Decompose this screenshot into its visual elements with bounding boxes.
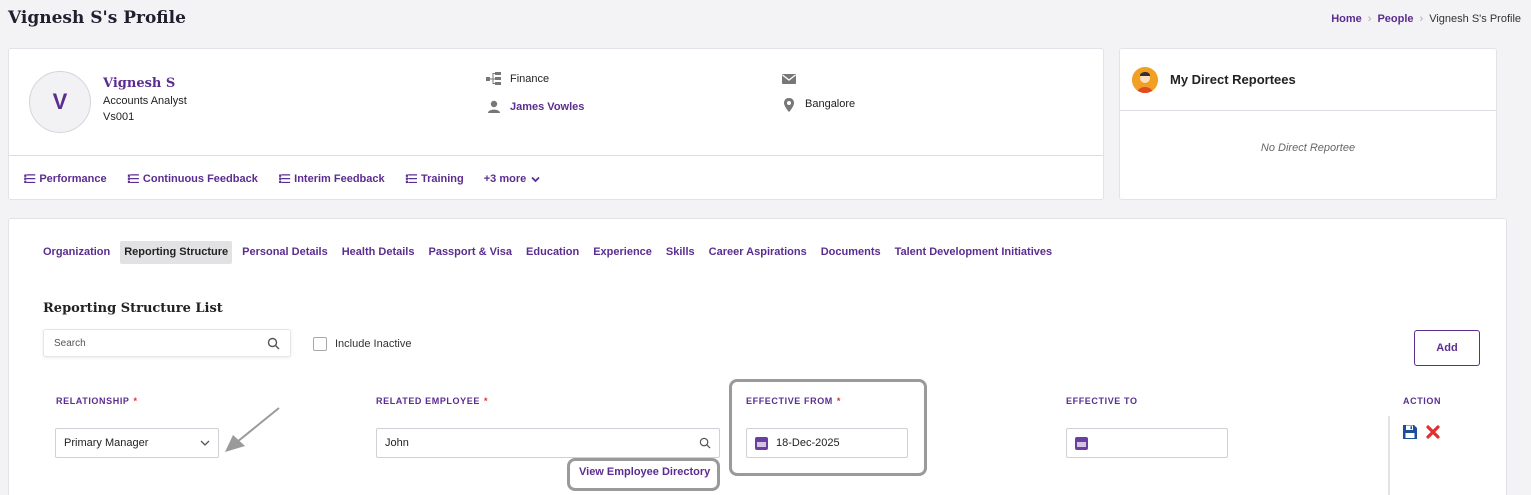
no-reportee-text: No Direct Reportee — [1260, 142, 1356, 154]
employee-designation: Accounts Analyst — [103, 95, 187, 107]
highlight-box — [567, 458, 720, 491]
profile-card: V Vignesh S Accounts Analyst Vs001 Finan… — [8, 48, 1104, 200]
tab-personal-details[interactable]: Personal Details — [238, 241, 332, 264]
tab-organization[interactable]: Organization — [39, 241, 114, 264]
search-icon[interactable] — [267, 337, 280, 350]
search-box — [43, 329, 291, 357]
list-icon: ⁝☰ — [277, 172, 291, 186]
breadcrumb: Home › People › Vignesh S's Profile — [1331, 13, 1521, 25]
direct-reportees-card: My Direct Reportees No Direct Reportee — [1119, 48, 1497, 200]
tab-documents[interactable]: Documents — [817, 241, 885, 264]
org-chart-icon — [486, 72, 502, 86]
breadcrumb-separator: › — [1419, 13, 1424, 25]
list-icon: ⁝☰ — [23, 172, 36, 186]
more-links-dropdown[interactable]: +3 more — [484, 173, 541, 185]
row-actions — [1402, 424, 1440, 440]
tab-health-details[interactable]: Health Details — [338, 241, 419, 264]
section-title: Reporting Structure List — [43, 301, 223, 316]
chevron-down-icon — [200, 440, 210, 446]
location-label: Bangalore — [805, 98, 856, 110]
tab-experience[interactable]: Experience — [589, 241, 656, 264]
relationship-value: Primary Manager — [64, 437, 149, 449]
delete-icon[interactable] — [1426, 425, 1440, 439]
column-action: ACTION — [1403, 396, 1442, 406]
location-pin-icon — [781, 97, 797, 112]
effective-to-input[interactable] — [1066, 428, 1228, 458]
save-icon[interactable] — [1402, 424, 1418, 440]
search-input[interactable] — [54, 337, 267, 349]
add-button[interactable]: Add — [1414, 330, 1480, 366]
page-title: Vignesh S's Profile — [8, 8, 186, 28]
include-inactive-toggle: Include Inactive — [313, 337, 411, 351]
employee-code: Vs001 — [103, 111, 135, 123]
column-relationship: RELATIONSHIP * — [56, 396, 138, 406]
manager-info: James Vowles — [486, 100, 584, 114]
details-card: Organization Reporting Structure Persona… — [8, 218, 1507, 495]
related-employee-value: John — [385, 437, 409, 449]
user-icon — [486, 100, 502, 114]
column-effective-to: EFFECTIVE TO — [1066, 396, 1138, 406]
reportees-title: My Direct Reportees — [1170, 72, 1296, 87]
tab-talent-development[interactable]: Talent Development Initiatives — [891, 241, 1057, 264]
tab-career-aspirations[interactable]: Career Aspirations — [705, 241, 811, 264]
search-icon[interactable] — [699, 437, 711, 449]
breadcrumb-people[interactable]: People — [1377, 13, 1413, 25]
breadcrumb-home[interactable]: Home — [1331, 13, 1362, 25]
department-label: Finance — [510, 73, 550, 85]
quick-link-performance[interactable]: ⁝☰ Performance — [23, 172, 107, 186]
reportees-header: My Direct Reportees — [1120, 49, 1496, 111]
manager-link[interactable]: James Vowles — [510, 101, 584, 113]
list-icon: ⁝☰ — [126, 172, 140, 186]
highlight-box — [729, 379, 927, 476]
calendar-icon[interactable] — [1075, 436, 1088, 450]
tab-bar: Organization Reporting Structure Persona… — [39, 241, 1056, 264]
email-info — [781, 72, 805, 86]
list-icon: ⁝☰ — [404, 172, 418, 186]
breadcrumb-current: Vignesh S's Profile — [1429, 13, 1521, 25]
department-info: Finance — [486, 72, 549, 86]
reportee-avatar-icon — [1132, 66, 1158, 93]
related-employee-input[interactable]: John — [376, 428, 720, 458]
include-inactive-label: Include Inactive — [335, 338, 412, 350]
chevron-down-icon — [531, 176, 540, 182]
tab-education[interactable]: Education — [522, 241, 583, 264]
annotation-arrow-icon — [225, 407, 280, 452]
tab-reporting-structure[interactable]: Reporting Structure — [120, 241, 233, 264]
breadcrumb-separator: › — [1367, 13, 1372, 25]
card-divider — [9, 155, 1103, 156]
quick-link-training[interactable]: ⁝☰ Training — [405, 172, 464, 186]
relationship-select[interactable]: Primary Manager — [55, 428, 219, 458]
tab-passport-visa[interactable]: Passport & Visa — [424, 241, 516, 264]
quick-links: ⁝☰ Performance ⁝☰ Continuous Feedback ⁝☰ In… — [23, 172, 540, 186]
avatar: V — [29, 71, 91, 133]
tab-skills[interactable]: Skills — [662, 241, 699, 264]
column-related-employee: RELATED EMPLOYEE * — [376, 396, 489, 406]
employee-name[interactable]: Vignesh S — [103, 76, 175, 91]
include-inactive-checkbox[interactable] — [313, 337, 327, 351]
quick-link-interim-feedback[interactable]: ⁝☰ Interim Feedback — [278, 172, 385, 186]
column-separator — [1388, 416, 1390, 495]
mail-icon — [781, 72, 797, 86]
quick-link-continuous-feedback[interactable]: ⁝☰ Continuous Feedback — [127, 172, 258, 186]
location-info: Bangalore — [781, 97, 856, 112]
